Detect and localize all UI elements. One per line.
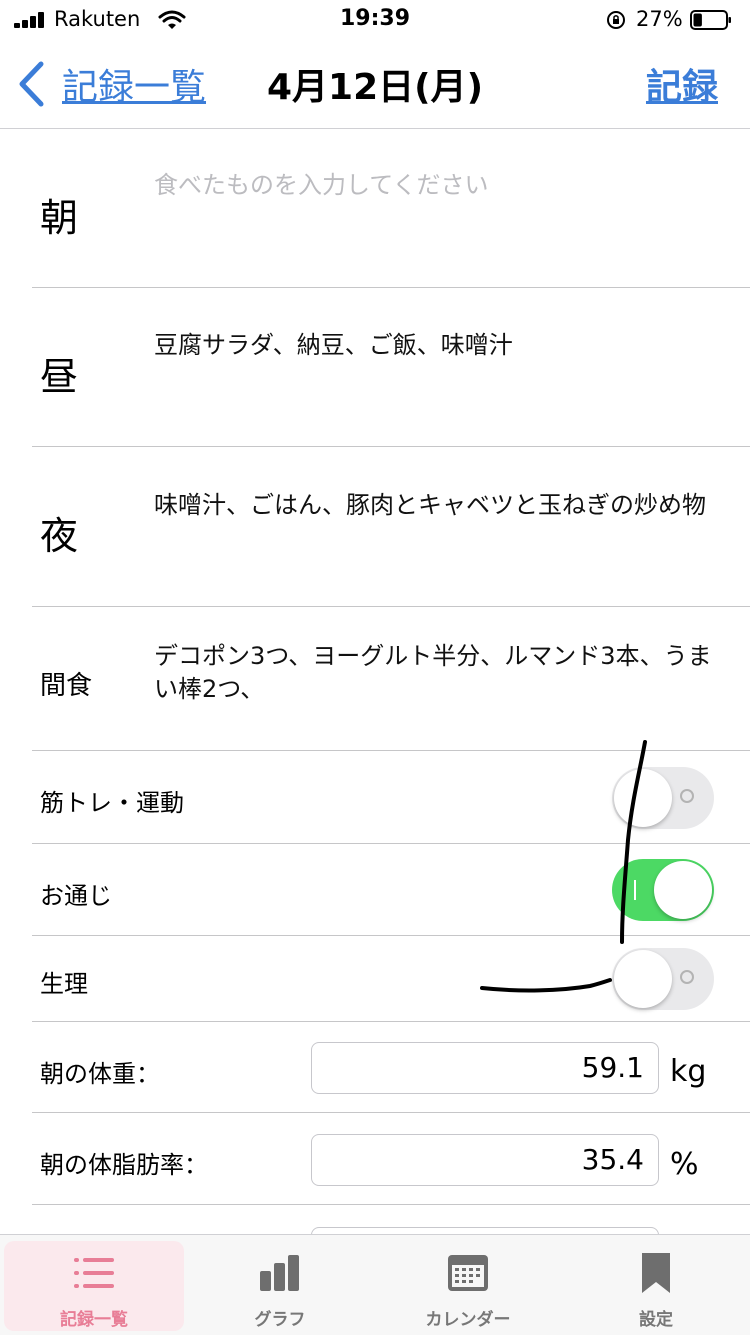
tab-calendar[interactable]: カレンダー bbox=[378, 1241, 558, 1331]
lunch-input[interactable]: 豆腐サラダ、納豆、ご飯、味噌汁 bbox=[154, 329, 714, 362]
meal-label-dinner: 夜 bbox=[40, 514, 79, 558]
tab-record-list[interactable]: 記録一覧 bbox=[4, 1241, 184, 1331]
period-toggle[interactable] bbox=[612, 948, 714, 1010]
meal-label-snack: 間食 bbox=[40, 671, 93, 701]
tab-label: 設定 bbox=[639, 1310, 673, 1330]
bowel-label: お通じ bbox=[40, 882, 112, 910]
meal-row-dinner: 夜 味噌汁、ごはん、豚肉とキャベツと玉ねぎの炒め物 bbox=[0, 447, 750, 607]
body-fat-unit: % bbox=[670, 1147, 699, 1182]
tab-settings[interactable]: 設定 bbox=[566, 1241, 746, 1331]
exercise-toggle[interactable] bbox=[612, 767, 714, 829]
back-button[interactable]: 記録一覧 bbox=[16, 56, 206, 112]
toggle-row-exercise: 筋トレ・運動 bbox=[0, 751, 750, 844]
toggle-knob bbox=[654, 861, 712, 919]
weight-unit: kg bbox=[670, 1054, 707, 1089]
chevron-left-icon bbox=[19, 61, 44, 107]
body-fat-row: 朝の体脂肪率： 35.4 % bbox=[0, 1113, 750, 1205]
weight-label: 朝の体重： bbox=[40, 1060, 160, 1088]
record-button[interactable]: 記録 bbox=[646, 58, 718, 110]
toggle-row-period: 生理 bbox=[0, 936, 750, 1022]
toggle-row-bowel: お通じ bbox=[0, 844, 750, 936]
tab-graph[interactable]: グラフ bbox=[190, 1241, 370, 1331]
body-fat-input[interactable]: 35.4 bbox=[311, 1134, 659, 1186]
orientation-lock-icon bbox=[607, 11, 625, 29]
meal-row-snack: 間食 デコポン3つ、ヨーグルト半分、ルマンド3本、うまい棒2つ、 bbox=[0, 607, 750, 751]
meal-row-lunch: 昼 豆腐サラダ、納豆、ご飯、味噌汁 bbox=[0, 288, 750, 447]
body-fat-label: 朝の体脂肪率： bbox=[40, 1151, 208, 1179]
navigation-bar: 記録一覧 4月12日(月) 記録 bbox=[0, 40, 750, 129]
toggle-off-indicator bbox=[680, 789, 694, 803]
meal-row-breakfast: 朝 食べたものを入力してください bbox=[0, 129, 750, 288]
tab-label: グラフ bbox=[254, 1310, 306, 1330]
bar-chart-icon bbox=[260, 1255, 299, 1291]
weight-row: 朝の体重： 59.1 kg bbox=[0, 1022, 750, 1113]
tab-label: 記録一覧 bbox=[60, 1310, 128, 1330]
status-bar: Rakuten 19:39 27% bbox=[0, 0, 750, 40]
meal-label-lunch: 昼 bbox=[40, 355, 79, 399]
calendar-icon bbox=[448, 1255, 488, 1291]
meal-label-breakfast: 朝 bbox=[40, 196, 79, 240]
battery-icon bbox=[690, 10, 731, 30]
tab-bar: 記録一覧 グラフ カレンダー 設定 bbox=[0, 1234, 750, 1335]
toggle-knob bbox=[614, 950, 672, 1008]
tab-label: カレンダー bbox=[425, 1310, 511, 1330]
snack-input[interactable]: デコポン3つ、ヨーグルト半分、ルマンド3本、うまい棒2つ、 bbox=[154, 640, 714, 706]
toggle-on-indicator bbox=[634, 880, 636, 900]
battery-percent: 27% bbox=[636, 7, 683, 31]
list-icon bbox=[74, 1258, 114, 1288]
dinner-input[interactable]: 味噌汁、ごはん、豚肉とキャベツと玉ねぎの炒め物 bbox=[154, 489, 714, 522]
breakfast-input[interactable]: 食べたものを入力してください bbox=[154, 169, 714, 202]
bookmark-icon bbox=[642, 1253, 670, 1293]
back-button-label[interactable]: 記録一覧 bbox=[62, 58, 206, 110]
exercise-label: 筋トレ・運動 bbox=[40, 789, 184, 817]
page-title: 4月12日(月) bbox=[266, 67, 484, 108]
divider bbox=[32, 1204, 750, 1205]
bowel-toggle[interactable] bbox=[612, 859, 714, 921]
weight-input[interactable]: 59.1 bbox=[311, 1042, 659, 1094]
period-label: 生理 bbox=[40, 970, 88, 998]
toggle-off-indicator bbox=[680, 970, 694, 984]
toggle-knob bbox=[614, 769, 672, 827]
